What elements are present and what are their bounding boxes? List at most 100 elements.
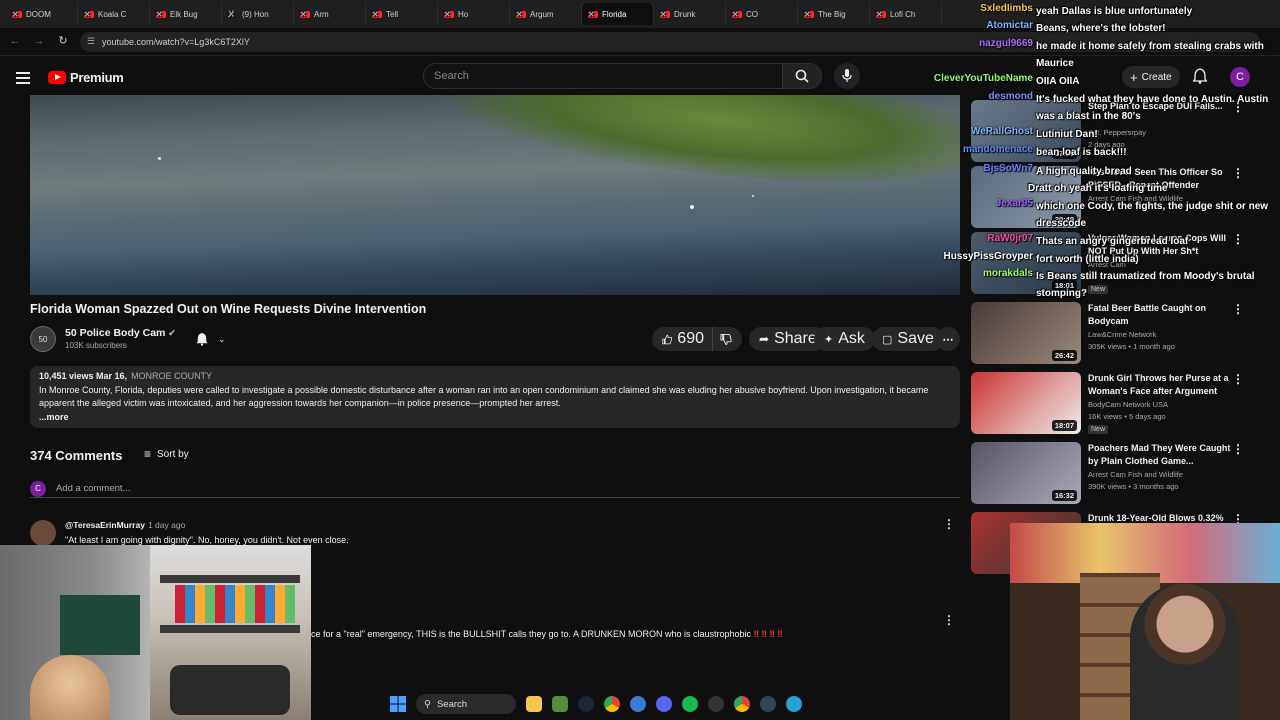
comment-menu-icon[interactable]: ⋮ — [943, 517, 955, 531]
close-icon[interactable]: ✕ — [84, 10, 91, 19]
bell-icon — [1192, 68, 1208, 84]
browser-tab[interactable]: X (9) Hon ✕ — [222, 3, 294, 25]
recommended-title[interactable]: Step Plan to Escape DUI Fails... — [1088, 100, 1238, 113]
close-icon[interactable]: ✕ — [660, 10, 667, 19]
tab-title: Arm — [314, 9, 329, 19]
video-thumbnail[interactable]: 26:42 — [971, 302, 1081, 364]
more-vertical-icon[interactable]: ⋮ — [1232, 442, 1244, 456]
browser-tab[interactable]: Argum ✕ — [510, 3, 582, 25]
commenter-avatar[interactable] — [30, 520, 56, 546]
browser-tab[interactable]: DOOM ✕ — [6, 3, 78, 25]
more-vertical-icon[interactable]: ⋮ — [1232, 372, 1244, 386]
more-vertical-icon[interactable]: ⋮ — [1232, 166, 1244, 180]
like-button[interactable]: 690 — [652, 327, 714, 351]
chrome-icon[interactable] — [604, 696, 620, 712]
account-avatar[interactable]: C — [1230, 67, 1250, 87]
channel-avatar[interactable]: 50 — [30, 326, 56, 352]
chrome-active-icon[interactable] — [734, 696, 750, 712]
video-thumbnail[interactable]: 30:49 — [971, 166, 1081, 228]
add-comment-input[interactable]: Add a comment... — [56, 483, 130, 494]
close-icon[interactable]: ✕ — [516, 10, 523, 19]
edge-icon[interactable] — [786, 696, 802, 712]
close-icon[interactable]: ✕ — [876, 10, 883, 19]
close-icon[interactable]: ✕ — [588, 10, 595, 19]
close-icon[interactable]: ✕ — [804, 10, 811, 19]
menu-icon[interactable] — [16, 72, 30, 87]
recommended-video[interactable]: 26:42 Fatal Beer Battle Caught on Bodycam… — [970, 302, 1270, 368]
video-thumbnail[interactable]: 17:35 — [971, 100, 1081, 162]
browser-tab[interactable]: The Big ✕ — [798, 3, 870, 25]
save-button[interactable]: ▢ Save — [872, 327, 944, 351]
close-icon[interactable]: ✕ — [444, 10, 451, 19]
back-icon[interactable]: ← — [4, 35, 26, 47]
forward-icon[interactable]: → — [28, 35, 50, 47]
dislike-button[interactable] — [712, 327, 742, 351]
windows-start-icon[interactable] — [390, 696, 406, 712]
browser-tab[interactable]: Florida ✕ — [582, 3, 654, 25]
app-icon[interactable] — [630, 696, 646, 712]
search-input[interactable]: Search — [423, 63, 783, 89]
browser-tab[interactable]: Elk Bug ✕ — [150, 3, 222, 25]
recommended-video[interactable]: 18:07 Drunk Girl Throws her Purse at a Wo… — [970, 372, 1270, 438]
close-icon[interactable]: ✕ — [12, 10, 19, 19]
location-tag[interactable]: MONROE COUNTY — [131, 371, 212, 381]
recommended-video[interactable]: 18:01 Vulgar Woman Learns Cops Will NOT P… — [970, 232, 1270, 298]
browser-tab[interactable]: Arm ✕ — [294, 3, 366, 25]
more-actions-button[interactable]: ⋯ — [936, 327, 960, 351]
comment-author[interactable]: @TeresaErinMurray 1 day ago — [65, 520, 185, 530]
reload-icon[interactable]: ↻ — [52, 34, 74, 47]
notifications-button[interactable] — [1192, 68, 1208, 89]
discord-icon[interactable] — [656, 696, 672, 712]
taskbar-search[interactable]: ⚲ Search — [416, 694, 516, 714]
close-icon[interactable]: ✕ — [300, 10, 307, 19]
browser-tab[interactable]: CO ✕ — [726, 3, 798, 25]
spotify-icon[interactable] — [682, 696, 698, 712]
recommended-title[interactable]: Fatal Beer Battle Caught on Bodycam — [1088, 302, 1238, 327]
sort-button[interactable]: ≡ Sort by — [144, 447, 189, 461]
recommended-views: 305K views • 1 month ago — [1088, 342, 1175, 351]
channel-row: 50 50 Police Body Cam ✔ 103K subscribers — [30, 325, 176, 353]
subscription-bell-button[interactable]: ⌄ — [196, 332, 226, 346]
recommended-video[interactable]: 16:32 Poachers Mad They Were Caught by Pl… — [970, 442, 1270, 508]
browser-tab[interactable]: Koala C ✕ — [78, 3, 150, 25]
video-description[interactable]: 10,451 views Mar 16, MONROE COUNTY In Mon… — [30, 366, 960, 428]
obs-icon[interactable] — [708, 696, 724, 712]
close-icon[interactable]: ✕ — [156, 10, 163, 19]
video-player[interactable] — [30, 95, 960, 295]
minecraft-icon[interactable] — [552, 696, 568, 712]
recommended-video[interactable]: 30:49 Has Never Seen This Officer So PISS… — [970, 166, 1270, 232]
steam-icon[interactable] — [578, 696, 594, 712]
recommended-video[interactable]: 17:35 Step Plan to Escape DUI Fails... Sgt… — [970, 100, 1270, 166]
video-thumbnail[interactable]: 18:01 — [971, 232, 1081, 294]
comment-menu-icon[interactable]: ⋮ — [943, 613, 955, 627]
browser-tab[interactable]: Ho ✕ — [438, 3, 510, 25]
steam-alt-icon[interactable] — [760, 696, 776, 712]
browser-tab[interactable]: Tell ✕ — [366, 3, 438, 25]
recommended-title[interactable]: Poachers Mad They Were Caught by Plain C… — [1088, 442, 1238, 467]
voice-search-button[interactable] — [834, 63, 860, 89]
browser-tab[interactable]: Drunk ✕ — [654, 3, 726, 25]
more-link[interactable]: ...more — [39, 411, 951, 425]
video-thumbnail[interactable]: 16:32 — [971, 442, 1081, 504]
youtube-logo[interactable]: Premium — [48, 70, 124, 85]
recommended-title[interactable]: Has Never Seen This Officer So PISSED - … — [1088, 166, 1238, 191]
browser-tab[interactable]: Lofi Ch ✕ — [870, 3, 942, 25]
search-button[interactable] — [782, 63, 822, 89]
webcam-left-cat — [30, 655, 110, 720]
video-thumbnail[interactable]: 18:07 — [971, 372, 1081, 434]
site-info-icon[interactable]: ☰ — [87, 36, 95, 47]
ask-button[interactable]: ✦ Ask — [814, 327, 875, 351]
verified-icon: ✔ — [168, 328, 176, 338]
more-vertical-icon[interactable]: ⋮ — [1232, 100, 1244, 114]
url-field[interactable]: ☰ youtube.com/watch?v=Lg3kC6T2XlY — [80, 32, 1260, 52]
close-icon[interactable]: ✕ — [372, 10, 379, 19]
create-button[interactable]: + Create — [1122, 66, 1180, 88]
recommended-title[interactable]: Vulgar Woman Learns Cops Will NOT Put Up… — [1088, 232, 1238, 257]
recommended-title[interactable]: Drunk Girl Throws her Purse at a Woman's… — [1088, 372, 1238, 397]
channel-name[interactable]: 50 Police Body Cam ✔ — [65, 327, 176, 339]
file-explorer-icon[interactable] — [526, 696, 542, 712]
close-icon[interactable]: ✕ — [228, 10, 235, 19]
more-vertical-icon[interactable]: ⋮ — [1232, 302, 1244, 316]
close-icon[interactable]: ✕ — [732, 10, 739, 19]
more-vertical-icon[interactable]: ⋮ — [1232, 232, 1244, 246]
